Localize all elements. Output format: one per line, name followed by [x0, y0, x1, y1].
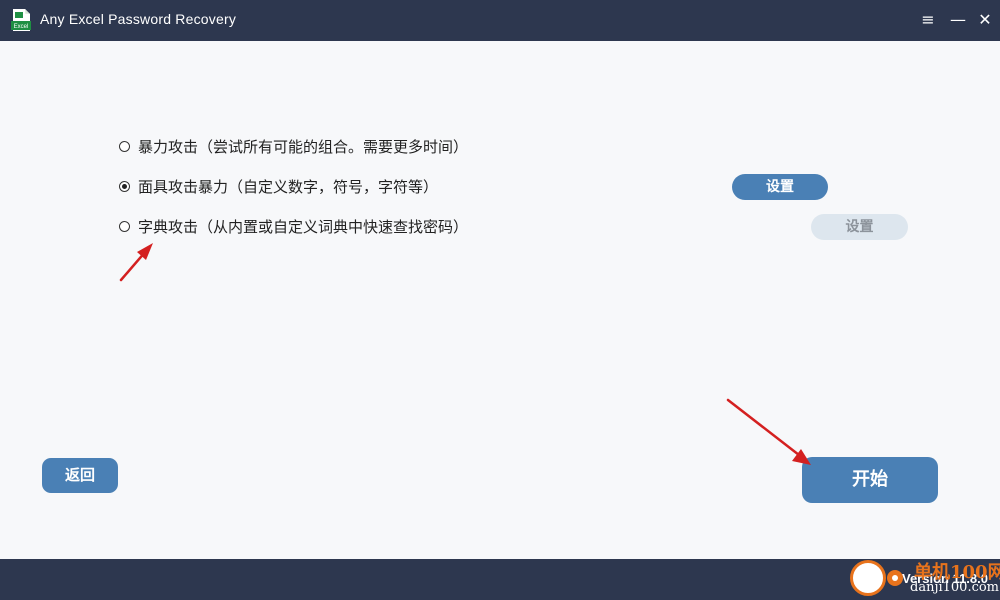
back-button[interactable]: 返回 [42, 458, 118, 493]
red-arrow-icon [726, 398, 811, 465]
excel-app-icon: Excel [11, 9, 31, 31]
mask-settings-button[interactable]: 设置 [732, 174, 828, 200]
option-dictionary-attack-label: 字典攻击（从内置或自定义词典中快速查找密码） [138, 217, 469, 236]
close-icon[interactable]: ✕ [973, 8, 997, 32]
radio-brute-force[interactable] [119, 140, 130, 152]
main-panel: 暴力攻击（尝试所有可能的组合。需要更多时间） 面具攻击暴力（自定义数字，符号，字… [0, 41, 1000, 559]
option-brute-force[interactable]: 暴力攻击（尝试所有可能的组合。需要更多时间） [119, 135, 468, 157]
minimize-icon[interactable]: — [946, 8, 970, 32]
window-title: Any Excel Password Recovery [40, 11, 237, 27]
watermark-circle-icon [850, 560, 886, 596]
radio-dictionary-attack[interactable] [119, 220, 130, 232]
title-bar: Excel Any Excel Password Recovery ≡ — ✕ [0, 0, 1000, 41]
radio-mask-attack[interactable] [119, 180, 130, 192]
watermark: 单机100网 danji100.com [850, 557, 1000, 600]
dictionary-settings-button: 设置 [811, 214, 908, 240]
option-mask-attack-label: 面具攻击暴力（自定义数字，符号，字符等） [138, 177, 439, 196]
option-brute-force-label: 暴力攻击（尝试所有可能的组合。需要更多时间） [138, 137, 469, 156]
watermark-url: danji100.com [910, 580, 1000, 595]
option-dictionary-attack[interactable]: 字典攻击（从内置或自定义词典中快速查找密码） [119, 215, 468, 237]
start-button[interactable]: 开始 [802, 457, 938, 503]
menu-icon[interactable]: ≡ [916, 8, 940, 32]
watermark-dot-icon [887, 570, 903, 586]
option-mask-attack[interactable]: 面具攻击暴力（自定义数字，符号，字符等） [119, 175, 438, 197]
red-arrow-icon [119, 243, 153, 282]
app-icon-label: Excel [14, 24, 29, 30]
